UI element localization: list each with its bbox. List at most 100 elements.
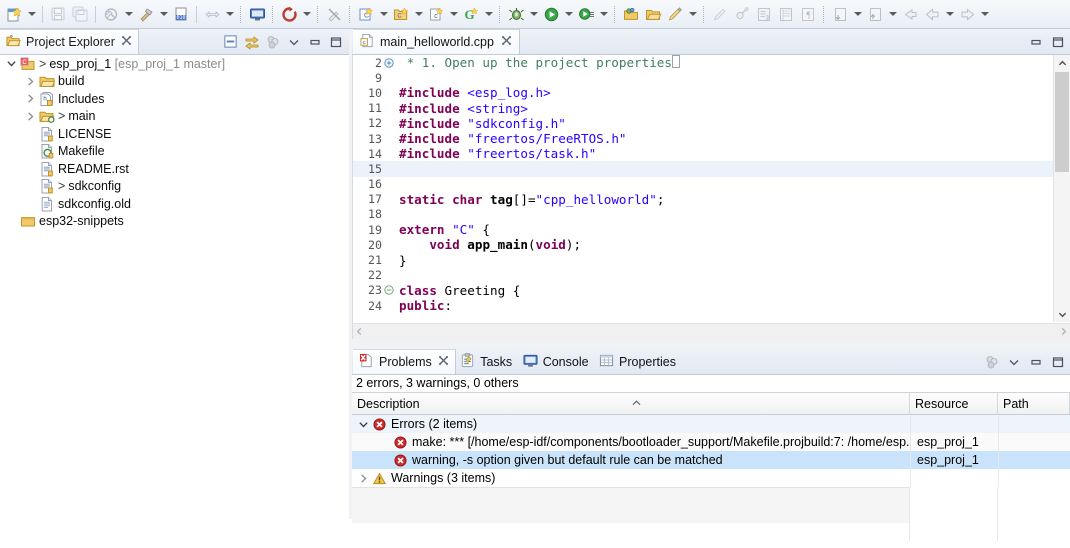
tree-item-esp32-snippets[interactable]: esp32-snippets <box>0 213 349 231</box>
tab-properties[interactable]: Properties <box>593 349 682 374</box>
problem-row[interactable]: warning, -s option given but default rul… <box>352 451 1070 469</box>
pilcrow-icon[interactable]: ¶ <box>797 3 819 25</box>
forward-dropdown-arrow[interactable] <box>978 3 991 25</box>
source-code-text[interactable]: 2 * 1. Open up the project properties 9 1… <box>353 55 1054 322</box>
chevron-right-icon[interactable] <box>23 73 38 90</box>
new-wizard-icon[interactable] <box>3 3 25 25</box>
new-c-source-dropdown-arrow[interactable] <box>447 3 460 25</box>
maximize-view-icon[interactable] <box>1048 352 1067 371</box>
new-class-dropdown-arrow[interactable] <box>482 3 495 25</box>
fold-collapse-icon[interactable] <box>383 285 395 296</box>
code-line[interactable]: 15 <box>353 161 1054 177</box>
refresh-dropdown-arrow[interactable] <box>300 3 313 25</box>
chevron-right-icon[interactable] <box>356 470 371 487</box>
refresh-red-icon[interactable] <box>278 3 300 25</box>
view-menu-chevron-icon[interactable] <box>284 32 303 51</box>
tab-console[interactable]: Console <box>517 349 595 374</box>
scroll-up-icon[interactable] <box>1054 55 1070 71</box>
prev-annotation-icon[interactable] <box>864 3 886 25</box>
external-tools-dropdown-arrow[interactable] <box>597 3 610 25</box>
binary-010-icon[interactable]: 010 <box>170 3 192 25</box>
problem-row[interactable]: make: *** [/home/esp-idf/components/boot… <box>352 433 1070 451</box>
minimize-view-icon[interactable] <box>1026 352 1045 371</box>
code-line[interactable]: 9 <box>353 70 1054 85</box>
pencil-yellow-icon[interactable] <box>664 3 686 25</box>
open-folder-icon[interactable] <box>642 3 664 25</box>
code-line[interactable]: 12 #include "sdkconfig.h" <box>353 116 1054 131</box>
code-line[interactable]: 2 * 1. Open up the project properties <box>353 55 1054 70</box>
code-line[interactable]: 20 void app_main(void); <box>353 237 1054 252</box>
resize-dropdown-arrow[interactable] <box>223 3 236 25</box>
fold-expand-icon[interactable] <box>383 57 395 68</box>
code-line[interactable]: 11 #include <string> <box>353 101 1054 116</box>
close-tab-icon[interactable] <box>501 35 512 49</box>
debug-dropdown-arrow[interactable] <box>527 3 540 25</box>
tree-item-license[interactable]: LICENSE <box>0 125 349 143</box>
build-hammer-dropdown-arrow[interactable] <box>157 3 170 25</box>
next-annotation-dropdown-arrow[interactable] <box>851 3 864 25</box>
project-explorer-tree[interactable]: C > esp_proj_1 [esp_proj_1 master] build h In… <box>0 55 349 519</box>
build-all-dropdown-arrow[interactable] <box>122 3 135 25</box>
pencil-dropdown-arrow[interactable] <box>686 3 699 25</box>
tab-tasks[interactable]: Tasks <box>454 349 518 374</box>
vertical-scroll-thumb[interactable] <box>1055 72 1069 172</box>
view-menu-balls-icon[interactable] <box>982 352 1001 371</box>
save-all-icon[interactable] <box>69 3 91 25</box>
scroll-left-icon[interactable] <box>355 325 364 339</box>
view-menu-balls-icon[interactable] <box>263 32 282 51</box>
maximize-view-icon[interactable] <box>326 32 345 51</box>
new-class-g-icon[interactable]: G <box>460 3 482 25</box>
chevron-down-icon[interactable] <box>4 55 19 72</box>
scroll-down-icon[interactable] <box>1054 306 1070 322</box>
tree-item-makefile[interactable]: Makefile <box>0 143 349 161</box>
run-dropdown-arrow[interactable] <box>562 3 575 25</box>
minimize-editor-icon[interactable] <box>1026 32 1045 51</box>
debug-bug-icon[interactable] <box>505 3 527 25</box>
build-hammer-icon[interactable] <box>135 3 157 25</box>
new-c-source-icon[interactable]: c <box>425 3 447 25</box>
pencil-gray-icon[interactable] <box>709 3 731 25</box>
back-arrow-icon[interactable] <box>921 3 943 25</box>
tree-item-readme-rst[interactable]: README.rst <box>0 160 349 178</box>
problems-rows[interactable]: Errors (2 items) make: *** [/home/esp-idf… <box>352 415 1070 541</box>
tree-item-includes[interactable]: h Includes <box>0 90 349 108</box>
close-tab-icon[interactable] <box>438 355 449 369</box>
maximize-editor-icon[interactable] <box>1048 32 1067 51</box>
new-c-file-dropdown-arrow[interactable] <box>377 3 390 25</box>
close-tab-icon[interactable] <box>121 35 132 49</box>
console-icon[interactable] <box>246 3 268 25</box>
tree-item-build[interactable]: build <box>0 73 349 91</box>
external-tools-icon[interactable] <box>575 3 597 25</box>
open-folder-green-icon[interactable] <box>620 3 642 25</box>
tab-project-explorer[interactable]: Project Explorer <box>0 29 139 54</box>
horizontal-sash[interactable] <box>352 339 1070 349</box>
column-header-path[interactable]: Path <box>998 393 1070 414</box>
next-annotation-icon[interactable] <box>829 3 851 25</box>
new-c-file-icon[interactable]: C <box>355 3 377 25</box>
tree-item-esp-proj-1[interactable]: C > esp_proj_1 [esp_proj_1 master] <box>0 55 349 73</box>
code-line[interactable]: 14 #include "freertos/task.h" <box>353 146 1054 161</box>
forward-arrow-icon[interactable] <box>956 3 978 25</box>
editor-horizontal-scrollbar[interactable] <box>353 323 1070 339</box>
column-header-description[interactable]: Description <box>352 393 910 414</box>
code-line[interactable]: 18 <box>353 207 1054 222</box>
link-with-editor-icon[interactable] <box>242 32 261 51</box>
scroll-right-icon[interactable] <box>1059 325 1068 339</box>
code-line[interactable]: 16 <box>353 177 1054 192</box>
collapse-all-icon[interactable] <box>221 32 240 51</box>
no-build-icon[interactable] <box>323 3 345 25</box>
save-icon[interactable] <box>47 3 69 25</box>
tree-item-main[interactable]: > main <box>0 108 349 126</box>
code-line[interactable]: 13 #include "freertos/FreeRTOS.h" <box>353 131 1054 146</box>
back-history-icon[interactable] <box>899 3 921 25</box>
chevron-right-icon[interactable] <box>23 108 38 125</box>
new-c-folder-dropdown-arrow[interactable] <box>412 3 425 25</box>
problem-row[interactable]: Errors (2 items) <box>352 415 1070 433</box>
problem-row[interactable]: Warnings (3 items) <box>352 469 1070 487</box>
tab-main-helloworld-cpp[interactable]: c main_helloworld.cpp <box>353 29 520 54</box>
code-line[interactable]: 23 class Greeting { <box>353 283 1054 298</box>
column-header-resource[interactable]: Resource <box>910 393 998 414</box>
view-menu-chevron-icon[interactable] <box>1004 352 1023 371</box>
book-icon[interactable] <box>775 3 797 25</box>
code-line[interactable]: 21} <box>353 252 1054 268</box>
